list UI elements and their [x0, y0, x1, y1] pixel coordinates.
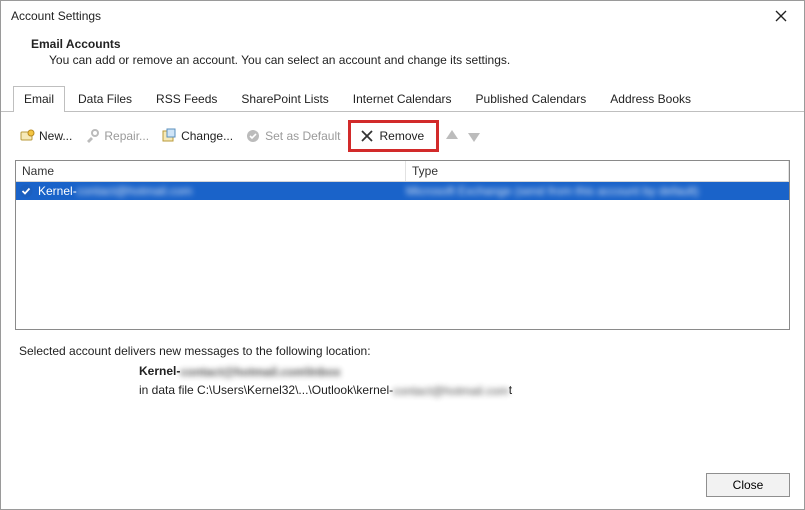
close-button[interactable] — [766, 5, 796, 27]
tabstrip: Email Data Files RSS Feeds SharePoint Li… — [1, 85, 804, 112]
remove-button[interactable]: Remove — [355, 126, 428, 146]
new-label: New... — [39, 129, 72, 143]
repair-button[interactable]: Repair... — [80, 126, 153, 146]
path-suffix: t — [509, 383, 512, 397]
new-button[interactable]: New... — [15, 126, 76, 146]
account-row[interactable]: Kernel-contact@hotmail.com Microsoft Exc… — [16, 182, 789, 200]
repair-label: Repair... — [104, 129, 149, 143]
tab-email[interactable]: Email — [13, 86, 65, 112]
tab-published-calendars[interactable]: Published Calendars — [465, 86, 598, 112]
dialog-footer: Close — [706, 473, 790, 497]
delivery-prefix: Kernel- — [139, 364, 180, 378]
accounts-list[interactable]: Name Type Kernel-contact@hotmail.com Mic… — [15, 160, 790, 330]
section-title: Email Accounts — [31, 37, 774, 51]
move-down-button[interactable] — [465, 127, 483, 145]
delivery-heading: Selected account delivers new messages t… — [19, 344, 786, 358]
section-text: You can add or remove an account. You ca… — [31, 53, 774, 67]
list-header: Name Type — [16, 161, 789, 182]
account-name-visible: Kernel- — [38, 184, 77, 198]
set-default-button[interactable]: Set as Default — [241, 126, 344, 146]
tab-rss-feeds[interactable]: RSS Feeds — [145, 86, 228, 112]
titlebar: Account Settings — [1, 1, 804, 29]
account-type: Microsoft Exchange (send from this accou… — [406, 184, 789, 198]
delivery-location: Selected account delivers new messages t… — [1, 330, 804, 398]
section-description: Email Accounts You can add or remove an … — [1, 29, 804, 79]
close-dialog-button[interactable]: Close — [706, 473, 790, 497]
path-prefix: in data file C:\Users\Kernel32\...\Outlo… — [139, 383, 393, 397]
set-default-label: Set as Default — [265, 129, 340, 143]
move-up-button[interactable] — [443, 127, 461, 145]
column-type[interactable]: Type — [406, 161, 789, 181]
repair-icon — [84, 128, 100, 144]
window-title: Account Settings — [11, 9, 101, 23]
change-icon — [161, 128, 177, 144]
check-circle-icon — [245, 128, 261, 144]
default-account-icon — [18, 183, 34, 199]
delivery-hidden: contact@hotmail.com\Inbox — [180, 365, 340, 379]
path-hidden: contact@hotmail.com — [393, 384, 509, 398]
new-icon — [19, 128, 35, 144]
remove-label: Remove — [379, 129, 424, 143]
column-name[interactable]: Name — [16, 161, 406, 181]
tab-address-books[interactable]: Address Books — [599, 86, 702, 112]
toolbar: New... Repair... Change... Set as Defaul… — [1, 112, 804, 160]
remove-icon — [359, 128, 375, 144]
close-icon — [775, 10, 787, 22]
account-name: Kernel-contact@hotmail.com — [36, 184, 406, 198]
change-button[interactable]: Change... — [157, 126, 237, 146]
arrow-up-icon — [443, 127, 461, 145]
arrow-down-icon — [465, 127, 483, 145]
delivery-file-path: in data file C:\Users\Kernel32\...\Outlo… — [139, 383, 786, 398]
account-settings-dialog: Account Settings Email Accounts You can … — [0, 0, 805, 510]
remove-highlight: Remove — [348, 120, 439, 152]
tab-data-files[interactable]: Data Files — [67, 86, 143, 112]
tab-sharepoint-lists[interactable]: SharePoint Lists — [230, 86, 339, 112]
delivery-account-name: Kernel-contact@hotmail.com\Inbox — [139, 364, 786, 379]
change-label: Change... — [181, 129, 233, 143]
tab-internet-calendars[interactable]: Internet Calendars — [342, 86, 463, 112]
account-name-hidden: contact@hotmail.com — [77, 184, 193, 198]
